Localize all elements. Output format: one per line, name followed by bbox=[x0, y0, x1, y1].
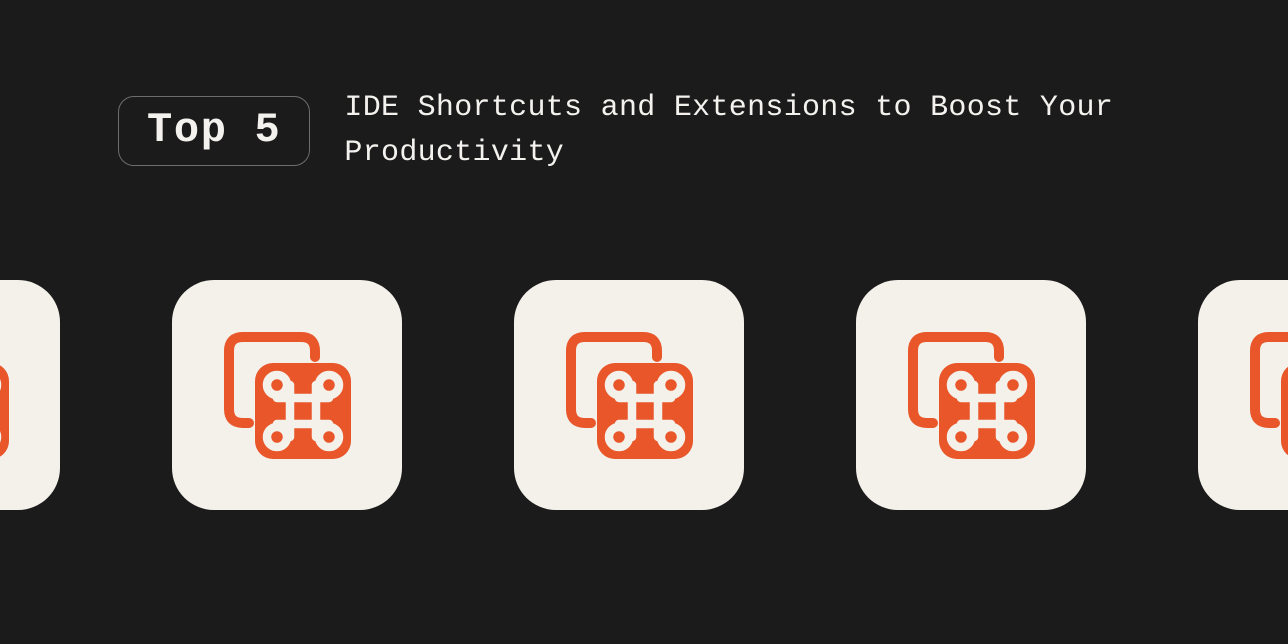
icon-strip bbox=[0, 280, 1288, 510]
page-title: IDE Shortcuts and Extensions to Boost Yo… bbox=[344, 86, 1228, 176]
command-copy-icon bbox=[903, 327, 1039, 463]
command-copy-icon bbox=[1245, 327, 1288, 463]
command-copy-icon bbox=[561, 327, 697, 463]
icon-card bbox=[514, 280, 744, 510]
icon-card bbox=[172, 280, 402, 510]
top-5-badge: Top 5 bbox=[118, 96, 310, 166]
command-copy-icon bbox=[0, 327, 13, 463]
icon-card bbox=[1198, 280, 1288, 510]
command-copy-icon bbox=[219, 327, 355, 463]
header: Top 5 IDE Shortcuts and Extensions to Bo… bbox=[118, 86, 1228, 176]
icon-card bbox=[0, 280, 60, 510]
icon-card bbox=[856, 280, 1086, 510]
